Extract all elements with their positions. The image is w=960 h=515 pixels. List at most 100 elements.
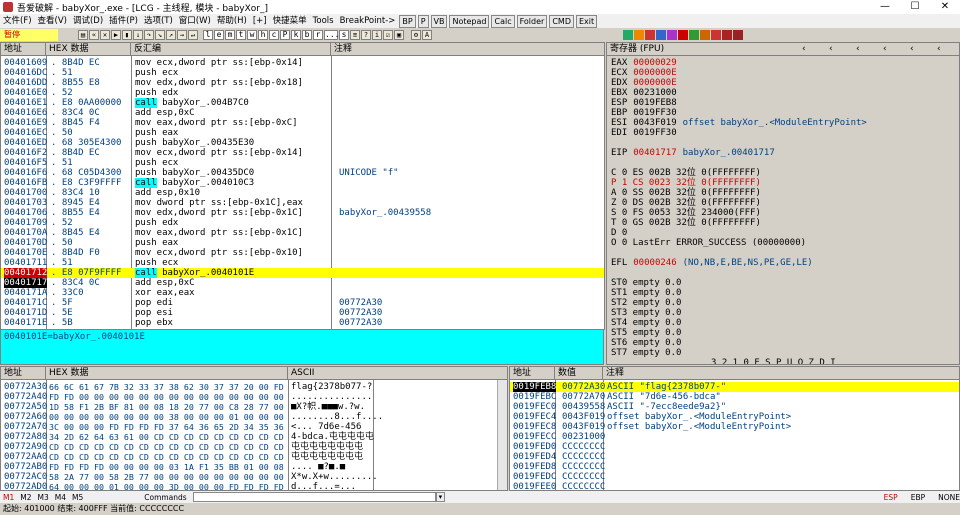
window-icon[interactable]: ▣ — [394, 29, 404, 40]
disasm-header-hex[interactable]: HEX 数据 — [46, 43, 131, 56]
dump-row[interactable]: 00772A70 3C 00 00 00 FD FD FD FD 37 64 36… — [1, 422, 496, 432]
plugin-orange2-icon[interactable] — [700, 29, 710, 40]
goto-icon[interactable]: ↵ — [188, 29, 198, 40]
pause-icon[interactable]: ▮ — [122, 29, 132, 40]
menu-breakpoint[interactable]: BreakPoint-> — [337, 14, 399, 28]
dump-row[interactable]: 00772A50 1D 58 F1 2B BF 81 00 08 18 20 77… — [1, 402, 496, 412]
disasm-row[interactable]: 0040171C. 5F pop edi 00772A30 — [1, 298, 604, 308]
tool-k[interactable]: k — [291, 29, 301, 40]
folder-button[interactable]: Folder — [516, 14, 548, 28]
step-over-icon[interactable]: ↷ — [144, 29, 154, 40]
stack-row[interactable]: 0019FEB8 00772A30 ASCII "flag{2378b077-" — [510, 382, 959, 392]
disasm-header-addr[interactable]: 地址 — [1, 43, 46, 56]
ebp-toggle[interactable]: EBP — [911, 493, 925, 502]
tool-h[interactable]: h — [258, 29, 268, 40]
registers-pane[interactable]: 寄存器 (FPU) ‹ ‹ ‹ ‹ ‹ ‹ EAX 00000029 ECX 0000… — [606, 42, 960, 365]
run-icon[interactable]: ▶ — [111, 29, 121, 40]
reg-arrow-left-3-icon[interactable]: ‹ — [856, 43, 860, 55]
plugin-blue-icon[interactable] — [656, 29, 666, 40]
disasm-row[interactable]: 00401700. 83C4 10 add esp,0x10 — [1, 188, 604, 198]
settings-icon[interactable]: ⚙ — [411, 29, 421, 40]
tab-m2[interactable]: M2 — [20, 493, 31, 502]
plugin-green2-icon[interactable] — [689, 29, 699, 40]
none-toggle[interactable]: NONE — [938, 493, 960, 502]
execute-till-return-icon[interactable]: → — [177, 29, 187, 40]
info-icon[interactable]: i — [372, 29, 382, 40]
dump-row[interactable]: 00772AB0 FD FD FD FD 00 00 00 00 03 1A F1… — [1, 462, 496, 472]
disasm-row[interactable]: 00401711. 51 push ecx — [1, 258, 604, 268]
fpu-row[interactable]: ST1 empty 0.0 — [611, 288, 681, 298]
tool-b[interactable]: b — [302, 29, 312, 40]
dump-row[interactable]: 00772AA0 CD CD CD CD CD CD CD CD CD CD CD… — [1, 452, 496, 462]
plugin-red5-icon[interactable] — [733, 29, 743, 40]
disasm-row[interactable]: 004016DC. 51 push ecx — [1, 68, 604, 78]
plugin-red4-icon[interactable] — [722, 29, 732, 40]
flag-row[interactable]: S 0 FS 0053 32位 234000(FFF) — [611, 208, 761, 218]
stack-pane[interactable]: 地址 数值 注释 0019FEB8 00772A30 ASCII "flag{237… — [509, 366, 960, 491]
tool-r[interactable]: r — [313, 29, 323, 40]
dump-scrollbar[interactable] — [497, 380, 507, 490]
fpu-row[interactable]: ST0 empty 0.0 — [611, 278, 681, 288]
disasm-row[interactable]: 0040170D. 50 push eax — [1, 238, 604, 248]
fpu-row[interactable]: ST5 empty 0.0 — [611, 328, 681, 338]
dump-header-addr[interactable]: 地址 — [1, 367, 46, 380]
fpu-row[interactable]: ST6 empty 0.0 — [611, 338, 681, 348]
fpu-row[interactable]: ST2 empty 0.0 — [611, 298, 681, 308]
plugin-orange-icon[interactable] — [634, 29, 644, 40]
stack-header-value[interactable]: 数值 — [555, 367, 603, 380]
dump-pane[interactable]: 地址 HEX 数据 ASCII 00772A30 66 6C 61 67 7B 3… — [0, 366, 508, 491]
register-row[interactable]: EDX 0000000E — [611, 78, 683, 88]
tool-t[interactable]: t — [236, 29, 246, 40]
trace-into-icon[interactable]: ↘ — [155, 29, 165, 40]
efl-row[interactable]: EFL 00000246 (NO,NB,E,BE,NS,PE,GE,LE) — [611, 258, 813, 268]
menu-shortcut[interactable]: 快捷菜单 — [270, 14, 310, 28]
flag-row[interactable]: A 0 SS 002B 32位 0(FFFFFFFF) — [611, 188, 761, 198]
disasm-row[interactable]: 004016E9. 8B45 F4 mov eax,dword ptr ss:[e… — [1, 118, 604, 128]
disasm-header-comment[interactable]: 注释 — [331, 43, 604, 56]
disasm-header-asm[interactable]: 反汇编 — [131, 43, 331, 56]
flag-row[interactable]: O 0 LastErr ERROR_SUCCESS (00000000) — [611, 238, 806, 248]
plugin-red-icon[interactable] — [645, 29, 655, 40]
fpu-row[interactable]: ST3 empty 0.0 — [611, 308, 681, 318]
register-row[interactable]: ECX 0000000E — [611, 68, 683, 78]
dump-header-hex[interactable]: HEX 数据 — [46, 367, 288, 380]
reg-arrow-left-6-icon[interactable]: ‹ — [937, 43, 941, 55]
open-icon[interactable]: ▤ — [78, 29, 88, 40]
dump-row[interactable]: 00772A80 34 2D 62 64 63 61 00 CD CD CD CD… — [1, 432, 496, 442]
tool-dots[interactable]: ... — [324, 29, 339, 40]
disasm-row[interactable]: 004016F6. 68 C05D4300 push babyXor_.00435… — [1, 168, 604, 178]
stack-row[interactable]: 0019FEC0 00439558 ASCII "-7ecc8eede9a2}" — [510, 402, 959, 412]
menu-file[interactable]: 文件(F) — [0, 14, 35, 28]
disasm-row[interactable]: 004016EC. 50 push eax — [1, 128, 604, 138]
menu-help[interactable]: 帮助(H) — [214, 14, 250, 28]
stack-row[interactable]: 0019FED0 CCCCCCCC — [510, 442, 959, 452]
disasm-row[interactable]: 0040171E. 5B pop ebx 00772A30 — [1, 318, 604, 328]
disasm-row[interactable]: 004016E6. 83C4 0C add esp,0xC — [1, 108, 604, 118]
disasm-row[interactable]: 004016FB. E8 C3F9FFFF call babyXor_.00401… — [1, 178, 604, 188]
stack-header-addr[interactable]: 地址 — [510, 367, 555, 380]
stack-row[interactable]: 0019FED8 CCCCCCCC — [510, 462, 959, 472]
flag-row[interactable]: T 0 GS 002B 32位 0(FFFFFFFF) — [611, 218, 761, 228]
tool-l[interactable]: l — [203, 29, 213, 40]
dump-row[interactable]: 00772AD0 64 00 00 00 01 00 00 00 3D 00 00… — [1, 482, 496, 490]
dump-row[interactable]: 00772AC0 58 2A 77 00 58 2B 77 00 00 00 00… — [1, 472, 496, 482]
disasm-row[interactable]: 00401703. 8945 E4 mov dword ptr ss:[ebp-0… — [1, 198, 604, 208]
dump-row[interactable]: 00772A60 00 00 00 00 00 00 00 00 38 00 00… — [1, 412, 496, 422]
reg-arrow-left-5-icon[interactable]: ‹ — [910, 43, 914, 55]
close-process-icon[interactable]: ✕ — [100, 29, 110, 40]
notepad-button[interactable]: Notepad — [449, 14, 490, 28]
tool-s[interactable]: s — [339, 29, 349, 40]
disasm-row[interactable]: 004016E1. E8 0AA00000 call babyXor_.004B7… — [1, 98, 604, 108]
flag-row[interactable]: Z 0 DS 002B 32位 0(FFFFFFFF) — [611, 198, 761, 208]
disasm-row[interactable]: 00401712. E8 07F9FFFF call babyXor_.00401… — [1, 268, 604, 278]
reg-arrow-left-1-icon[interactable]: ‹ — [802, 43, 806, 55]
tab-m1[interactable]: M1 — [3, 493, 14, 502]
menu-tools[interactable]: Tools — [310, 14, 337, 28]
stack-row[interactable]: 0019FEC4 0043F019 offset babyXor_.<ModuleE… — [510, 412, 959, 422]
menu-view[interactable]: 查看(V) — [35, 14, 70, 28]
disasm-row[interactable]: 00401706. 8B55 E4 mov edx,dword ptr ss:[e… — [1, 208, 604, 218]
disasm-row[interactable]: 004016E0. 52 push edx — [1, 88, 604, 98]
p-button[interactable]: P — [417, 14, 429, 28]
disasm-row[interactable]: 004016F2. 8B4D EC mov ecx,dword ptr ss:[e… — [1, 148, 604, 158]
register-row[interactable]: EDI 0019FF30 — [611, 128, 683, 138]
